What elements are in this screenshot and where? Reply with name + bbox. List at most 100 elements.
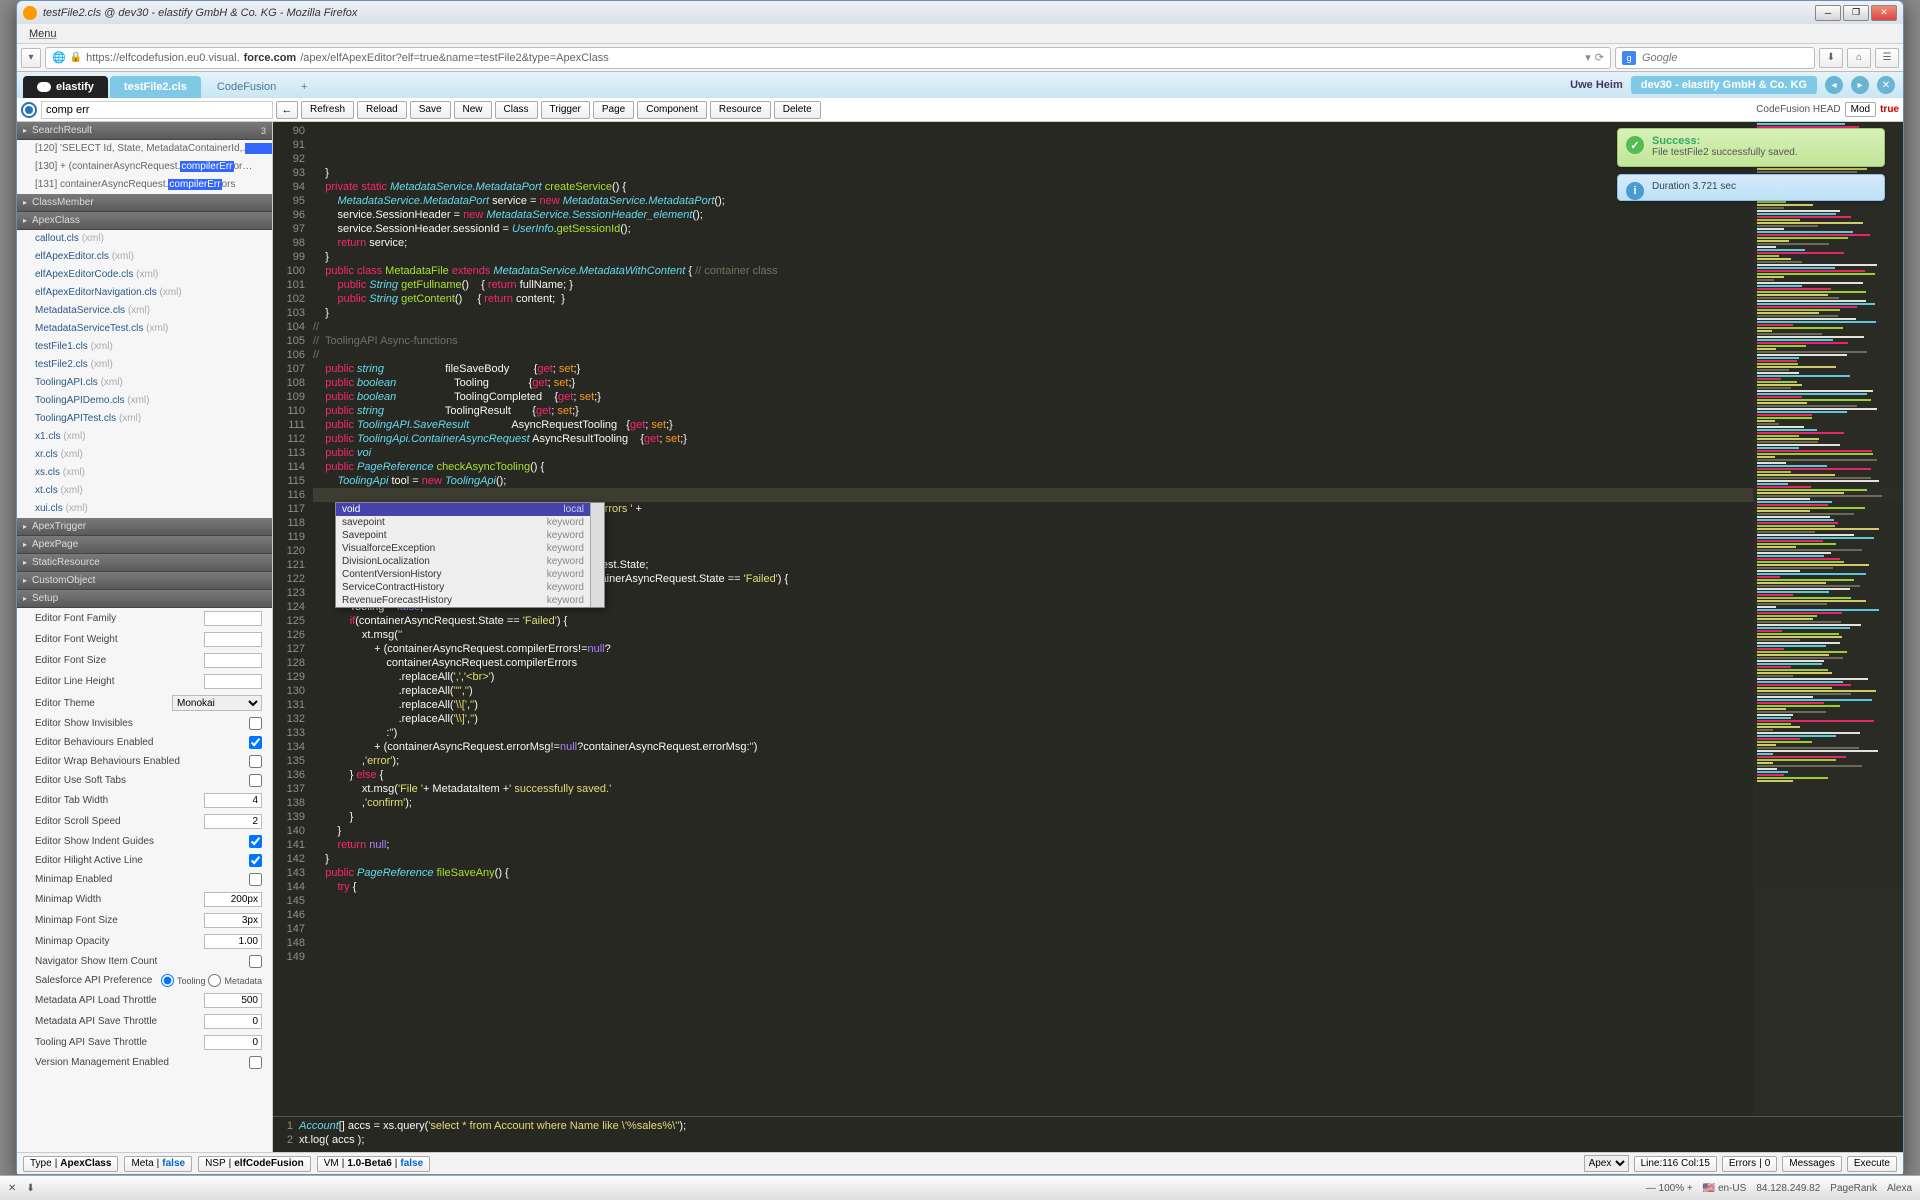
home-button[interactable]: ⌂ [1847, 48, 1871, 68]
autocomplete-item[interactable]: ContentVersionHistorykeyword [336, 568, 590, 581]
setup-minimap-opacity[interactable] [204, 934, 262, 949]
apex-file-item[interactable]: xs.cls (xml) [17, 464, 272, 482]
setup-minimap-width[interactable] [204, 892, 262, 907]
setup-tooling-save-throttle[interactable] [204, 1035, 262, 1050]
mod-button[interactable]: Mod [1845, 102, 1876, 117]
setup-indent-guides[interactable] [249, 835, 262, 848]
cat-apexclass[interactable]: ▸ApexClass [17, 212, 272, 230]
setup-meta-save-throttle[interactable] [204, 1014, 262, 1029]
search-input[interactable] [1642, 52, 1808, 64]
search-result-item[interactable]: [130] + (containerAsyncRequest.compilerE… [17, 158, 272, 176]
setup-soft-tabs[interactable] [249, 774, 262, 787]
trigger-button[interactable]: Trigger [541, 101, 590, 119]
user-name[interactable]: Uwe Heim [1570, 79, 1623, 91]
search-result-item[interactable]: [120] 'SELECT Id, State, MetadataContain… [17, 140, 272, 158]
search-result-item[interactable]: [131] containerAsyncRequest.compilerErro… [17, 176, 272, 194]
browser-menu-button[interactable]: ☰ [1875, 48, 1899, 68]
apex-file-item[interactable]: xui.cls (xml) [17, 500, 272, 518]
status-type[interactable]: Type | ApexClass [23, 1156, 118, 1172]
tab-codefusion[interactable]: CodeFusion [203, 76, 290, 98]
minimize-button[interactable]: ─ [1815, 5, 1841, 21]
cat-apexpage[interactable]: ▸ApexPage [17, 536, 272, 554]
console[interactable]: 1 2 Account[] accs = xs.query('select * … [273, 1116, 1903, 1152]
setup-version-mgmt[interactable] [249, 1056, 262, 1069]
apex-file-item[interactable]: elfApexEditorNavigation.cls (xml) [17, 284, 272, 302]
cat-searchresult[interactable]: ▸SearchResult3 [17, 122, 272, 140]
autocomplete-item[interactable]: voidlocal [336, 503, 590, 516]
setup-font-family[interactable] [204, 611, 262, 626]
tab-add[interactable]: + [292, 76, 316, 98]
autocomplete-item[interactable]: savepointkeyword [336, 516, 590, 529]
apex-file-item[interactable]: callout.cls (xml) [17, 230, 272, 248]
setup-scroll-speed[interactable] [204, 814, 262, 829]
class-button[interactable]: Class [495, 101, 538, 119]
lang-select[interactable]: Apex [1584, 1155, 1629, 1172]
cat-customobject[interactable]: ▸CustomObject [17, 572, 272, 590]
reload-button[interactable]: Reload [357, 101, 407, 119]
brand-tab[interactable]: elastify [23, 76, 108, 98]
status-meta[interactable]: Meta | false [124, 1156, 192, 1172]
resource-button[interactable]: Resource [710, 101, 771, 119]
apex-file-item[interactable]: ToolingAPIDemo.cls (xml) [17, 392, 272, 410]
setup-nav-count[interactable] [249, 955, 262, 968]
page-button[interactable]: Page [593, 101, 634, 119]
cat-classmember[interactable]: ▸ClassMember [17, 194, 272, 212]
autocomplete-item[interactable]: VisualforceExceptionkeyword [336, 542, 590, 555]
status-vm[interactable]: VM | 1.0-Beta6 | false [317, 1156, 430, 1172]
autocomplete-item[interactable]: DivisionLocalizationkeyword [336, 555, 590, 568]
execute-button[interactable]: Execute [1847, 1156, 1897, 1172]
back-button[interactable]: ← [276, 101, 298, 119]
apex-file-item[interactable]: ToolingAPI.cls (xml) [17, 374, 272, 392]
menu-button[interactable]: Menu [21, 28, 65, 40]
setup-minimap-enabled[interactable] [249, 873, 262, 886]
apex-file-item[interactable]: testFile1.cls (xml) [17, 338, 272, 356]
apex-file-item[interactable]: MetadataService.cls (xml) [17, 302, 272, 320]
nav-dropdown[interactable]: ▾ [21, 48, 41, 68]
sidebar-search-input[interactable] [41, 101, 273, 119]
refresh-button[interactable]: Refresh [301, 101, 354, 119]
apex-file-item[interactable]: elfApexEditorCode.cls (xml) [17, 266, 272, 284]
setup-font-weight[interactable] [204, 632, 262, 647]
close-button[interactable]: ✕ [1871, 5, 1897, 21]
setup-font-size[interactable] [204, 653, 262, 668]
api-metadata[interactable] [208, 974, 221, 987]
reload-icon[interactable]: ⟳ [1595, 51, 1604, 64]
minimap[interactable] [1753, 122, 1903, 1116]
cat-staticresource[interactable]: ▸StaticResource [17, 554, 272, 572]
component-button[interactable]: Component [637, 101, 707, 119]
delete-button[interactable]: Delete [774, 101, 821, 119]
new-button[interactable]: New [454, 101, 492, 119]
setup-wrap-behaviours[interactable] [249, 755, 262, 768]
setup-meta-load-throttle[interactable] [204, 993, 262, 1008]
status-errors[interactable]: Errors | 0 [1722, 1156, 1777, 1172]
search-box[interactable]: g [1615, 47, 1815, 69]
status-messages[interactable]: Messages [1782, 1156, 1842, 1172]
close-app-icon[interactable]: ✕ [1877, 76, 1895, 94]
code-editor[interactable]: 90 91 92 93 94 95 96 97 98 99 100 101 10… [273, 122, 1903, 1152]
apex-file-item[interactable]: MetadataServiceTest.cls (xml) [17, 320, 272, 338]
setup-theme[interactable]: Monokai [172, 695, 262, 711]
url-field[interactable]: 🌐 🔒 https://elfcodefusion.eu0.visual.for… [45, 47, 1611, 69]
nav-fwd-icon[interactable]: ▸ [1851, 76, 1869, 94]
download-icon[interactable]: ⬇ [26, 1183, 34, 1194]
org-selector[interactable]: dev30 - elastify GmbH & Co. KG [1631, 76, 1817, 94]
setup-tab-width[interactable] [204, 793, 262, 808]
reader-icon[interactable]: ▾ [1585, 51, 1591, 64]
status-nsp[interactable]: NSP | elfCodeFusion [198, 1156, 311, 1172]
autocomplete-item[interactable]: ServiceContractHistorykeyword [336, 581, 590, 594]
cat-setup[interactable]: ▸Setup [17, 590, 272, 608]
maximize-button[interactable]: ❐ [1843, 5, 1869, 21]
setup-line-height[interactable] [204, 674, 262, 689]
apex-file-item[interactable]: ToolingAPITest.cls (xml) [17, 410, 272, 428]
tab-file[interactable]: testFile2.cls [110, 76, 201, 98]
autocomplete-item[interactable]: Savepointkeyword [336, 529, 590, 542]
autocomplete-popup[interactable]: voidlocalsavepointkeywordSavepointkeywor… [335, 502, 605, 608]
save-button[interactable]: Save [410, 101, 451, 119]
downloads-button[interactable]: ⬇ [1819, 48, 1843, 68]
cat-apextrigger[interactable]: ▸ApexTrigger [17, 518, 272, 536]
setup-hilight-line[interactable] [249, 854, 262, 867]
zoom-control[interactable]: — 100% + [1646, 1183, 1693, 1194]
apex-file-item[interactable]: elfApexEditor.cls (xml) [17, 248, 272, 266]
status-linecol[interactable]: Line:116 Col:15 [1634, 1156, 1717, 1172]
setup-minimap-font[interactable] [204, 913, 262, 928]
